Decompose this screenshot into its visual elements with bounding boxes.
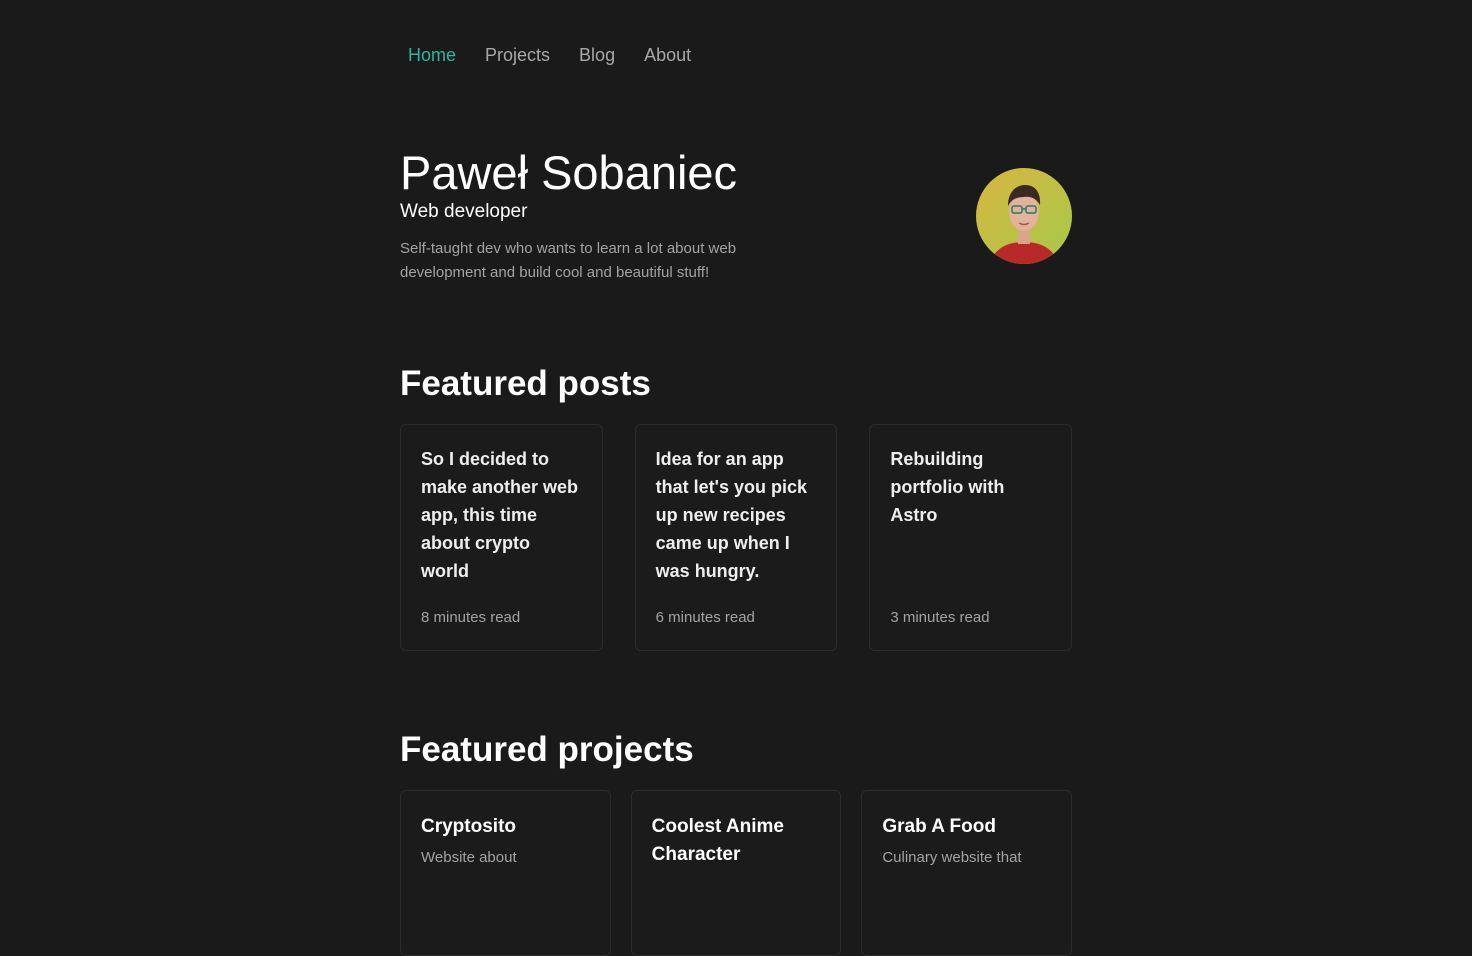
project-title: Cryptosito [421,816,516,837]
nav-link-home[interactable]: Home [408,42,456,68]
featured-projects-heading: Featured projects [400,730,694,769]
featured-posts-heading: Featured posts [400,364,651,403]
project-description: Website about [421,849,517,866]
post-read-time: 3 minutes read [890,609,990,626]
project-description: Culinary website that [882,849,1022,866]
post-title: So I decided to make another web app, th… [421,449,579,581]
hero-role: Web developer [400,201,528,222]
post-title: Idea for an app that let's you pick up n… [655,449,807,581]
featured-projects-list: Cryptosito Website about Coolest Anime C… [400,790,1073,956]
post-card[interactable]: So I decided to make another web app, th… [400,424,603,651]
post-title: Rebuilding portfolio with Astro [890,449,1005,525]
project-card[interactable]: Coolest Anime Character [630,790,842,956]
project-title: Coolest Anime Character [651,816,784,865]
post-card[interactable]: Rebuilding portfolio with Astro 3 minute… [869,424,1073,651]
nav-link-about[interactable]: About [644,42,691,68]
post-card[interactable]: Idea for an app that let's you pick up n… [634,424,838,651]
avatar-photo [976,168,1072,264]
nav-link-blog[interactable]: Blog [579,42,615,68]
featured-posts-list: So I decided to make another web app, th… [400,424,1073,651]
project-card[interactable]: Cryptosito Website about [400,790,611,956]
hero-name: Paweł Sobaniec [400,146,738,199]
project-card[interactable]: Grab A Food Culinary website that [861,790,1073,956]
post-read-time: 8 minutes read [421,609,521,626]
project-title: Grab A Food [882,816,996,837]
post-read-time: 6 minutes read [655,609,755,626]
avatar [976,168,1072,264]
nav-link-projects[interactable]: Projects [485,42,550,68]
main-nav: Home Projects Blog About [408,42,691,68]
hero-description: Self-taught dev who wants to learn a lot… [400,240,737,281]
